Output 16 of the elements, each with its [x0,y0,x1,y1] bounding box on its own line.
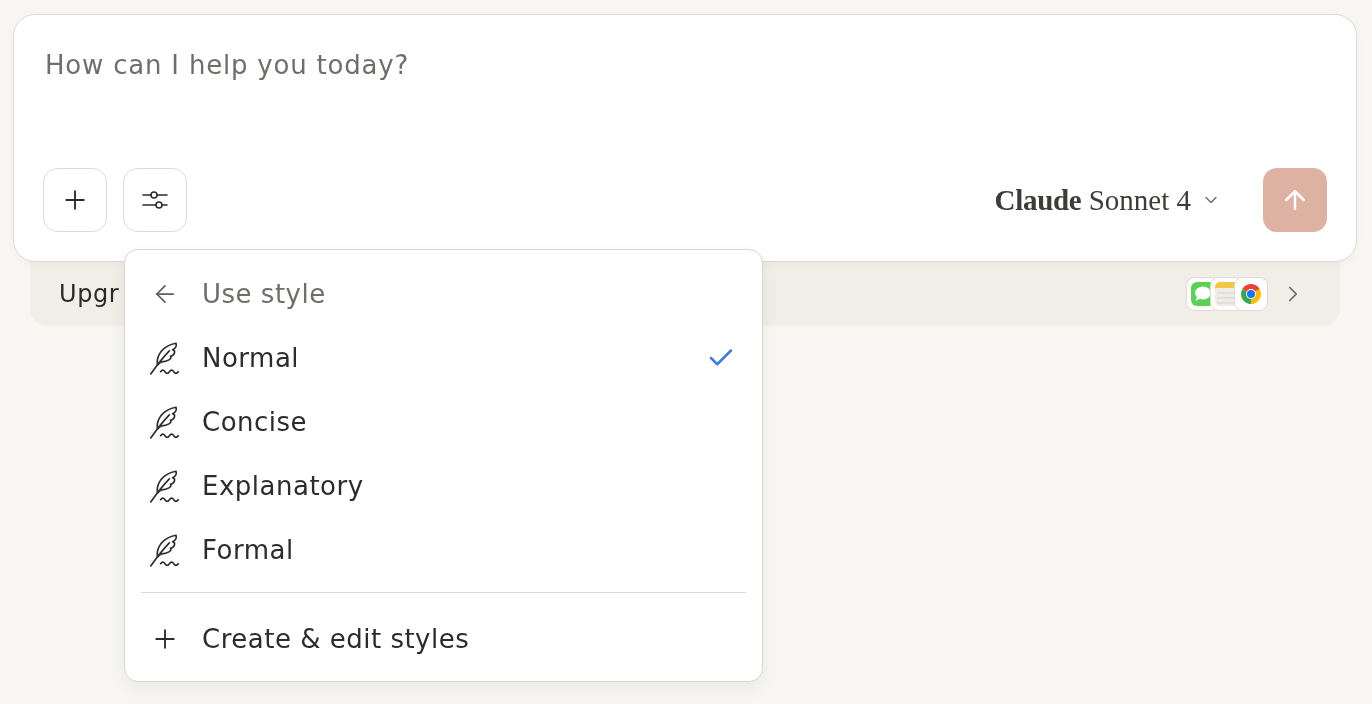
message-input[interactable]: How can I help you today? [43,45,1327,85]
quill-icon [148,341,182,375]
style-option[interactable]: Formal [141,518,746,582]
back-button[interactable]: Use style [141,262,746,326]
style-settings-button[interactable] [123,168,187,232]
sliders-icon [142,190,168,210]
style-option[interactable]: Normal [141,326,746,390]
style-option[interactable]: Concise [141,390,746,454]
quill-icon [148,469,182,503]
quill-icon [148,405,182,439]
style-option[interactable]: Explanatory [141,454,746,518]
tray-text: Upgr [59,280,120,308]
quill-icon [148,533,182,567]
create-styles-button[interactable]: Create & edit styles [141,607,746,671]
app-stack-icon[interactable] [1186,277,1268,311]
model-selector[interactable]: Claude Sonnet 4 [988,179,1227,221]
